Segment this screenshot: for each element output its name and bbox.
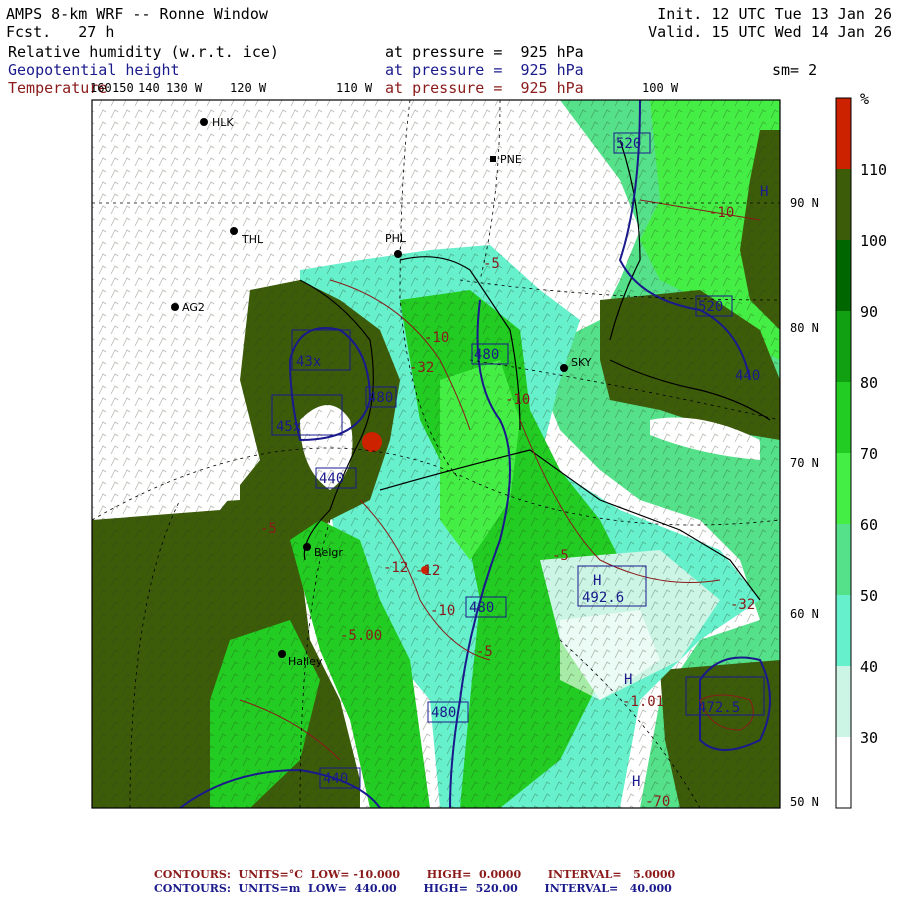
colorbar-tick: 110 bbox=[860, 161, 887, 179]
temp-label: -10 bbox=[430, 603, 455, 619]
station-thl: THL bbox=[241, 233, 264, 246]
height-label: 520 bbox=[698, 299, 723, 315]
height-label: 440 bbox=[735, 368, 760, 384]
temp-label: -1.01 bbox=[622, 694, 664, 710]
colorbar-tick: 90 bbox=[860, 303, 878, 321]
temp-label: -12 bbox=[383, 560, 408, 576]
station-dot bbox=[278, 650, 286, 658]
height-label: 492.6 bbox=[582, 590, 624, 606]
colorbar-tick: 80 bbox=[860, 374, 878, 392]
station-halley: Halley bbox=[288, 655, 323, 668]
height-label: 440 bbox=[323, 771, 348, 787]
station-belgrano: Belgr bbox=[314, 546, 343, 559]
colorbar-unit: % bbox=[860, 90, 869, 108]
height-label: 520 bbox=[616, 136, 641, 152]
high-marker: H bbox=[760, 184, 768, 200]
height-label: 480 bbox=[469, 600, 494, 616]
station-dot bbox=[303, 543, 311, 551]
lon-label: 140 bbox=[138, 81, 160, 95]
lat-label: 60 N bbox=[790, 607, 819, 621]
height-label: 480 bbox=[474, 347, 499, 363]
lat-label: 50 N bbox=[790, 795, 819, 809]
high-marker: H bbox=[632, 774, 640, 790]
lon-label: 110 W bbox=[336, 81, 373, 95]
high-marker: H bbox=[624, 672, 632, 688]
latitude-axis: 90 N 80 N 70 N 60 N 50 N bbox=[790, 196, 819, 809]
station-hlk: HLK bbox=[212, 116, 234, 129]
temp-label: -10 bbox=[505, 392, 530, 408]
station-dot bbox=[230, 227, 238, 235]
temp-label: -32 bbox=[730, 597, 755, 613]
high-marker: H bbox=[593, 573, 601, 589]
colorbar-tick: 30 bbox=[860, 729, 878, 747]
height-label: 43x bbox=[296, 354, 321, 370]
station-dot bbox=[394, 250, 402, 258]
temp-label: -12 bbox=[415, 563, 440, 579]
colorbar-tick: 100 bbox=[860, 232, 887, 250]
height-label: 472.5 bbox=[698, 700, 740, 716]
temp-label: -5.00 bbox=[340, 628, 382, 644]
lat-label: 80 N bbox=[790, 321, 819, 335]
lon-label: 120 W bbox=[230, 81, 267, 95]
lat-label: 70 N bbox=[790, 456, 819, 470]
footer-height-contours: CONTOURS: UNITS=m LOW= 440.00 HIGH= 520.… bbox=[154, 882, 672, 895]
lon-label: 160 bbox=[90, 81, 112, 95]
station-phl: PHL bbox=[385, 232, 407, 245]
station-pne: PNE bbox=[500, 153, 522, 166]
longitude-axis: 160 150 140 130 W 120 W 110 W 100 W bbox=[90, 81, 679, 95]
station-dot bbox=[490, 156, 496, 162]
temp-label: -32 bbox=[409, 360, 434, 376]
station-sky: SKY bbox=[571, 356, 592, 369]
lon-label: 100 W bbox=[642, 81, 679, 95]
temp-label: -70 bbox=[645, 794, 670, 810]
station-dot bbox=[200, 118, 208, 126]
height-label: 440 bbox=[319, 471, 344, 487]
temp-label: -5 bbox=[483, 256, 500, 272]
rh-colorbar bbox=[835, 97, 852, 809]
colorbar-tick: 70 bbox=[860, 445, 878, 463]
rh-colorbar-ticks: % 110 100 90 80 70 60 50 40 30 bbox=[860, 90, 887, 747]
temp-label: -5 bbox=[552, 548, 569, 564]
colorbar-tick: 50 bbox=[860, 587, 878, 605]
temp-label: -10 bbox=[709, 205, 734, 221]
height-label: 480 bbox=[431, 705, 456, 721]
lon-label: 150 bbox=[112, 81, 134, 95]
footer-temp-contours: CONTOURS: UNITS=°C LOW= -10.000 HIGH= 0.… bbox=[154, 868, 676, 881]
lat-label: 90 N bbox=[790, 196, 819, 210]
station-dot bbox=[560, 364, 568, 372]
map-canvas: 160 150 140 130 W 120 W 110 W 100 W 90 N… bbox=[90, 81, 887, 810]
colorbar-tick: 40 bbox=[860, 658, 878, 676]
station-ag2: AG2 bbox=[182, 301, 205, 314]
temp-label: -10 bbox=[424, 330, 449, 346]
station-dot bbox=[171, 303, 179, 311]
height-label: 480 bbox=[368, 390, 393, 406]
lon-label: 130 W bbox=[166, 81, 203, 95]
temp-label: -5 bbox=[476, 644, 493, 660]
colorbar-tick: 60 bbox=[860, 516, 878, 534]
temp-label: -5 bbox=[260, 521, 277, 537]
height-label: 45x bbox=[276, 419, 301, 435]
